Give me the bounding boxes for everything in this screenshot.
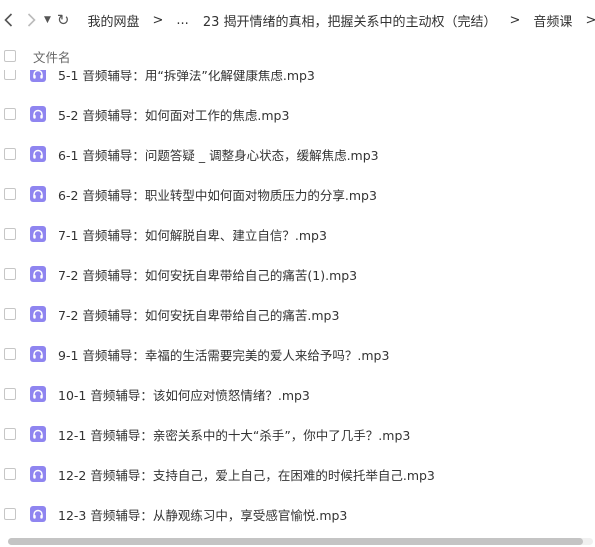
breadcrumb-root[interactable]: 我的网盘 — [88, 11, 140, 30]
audio-file-icon — [30, 266, 46, 282]
file-row[interactable]: 5-2 音频辅导：如何面对工作的焦虑.mp3 — [0, 94, 595, 134]
audio-file-icon — [30, 386, 46, 402]
file-name[interactable]: 6-1 音频辅导：问题答疑 _ 调整身心状态，缓解焦虑.mp3 — [58, 145, 379, 164]
audio-file-icon — [30, 70, 46, 82]
row-checkbox[interactable] — [4, 428, 16, 440]
row-checkbox[interactable] — [4, 508, 16, 520]
file-name[interactable]: 12-2 音频辅导：支持自己，爱上自己，在困难的时候托举自己.mp3 — [58, 465, 435, 484]
row-checkbox[interactable] — [4, 188, 16, 200]
file-name[interactable]: 10-1 音频辅导：该如何应对愤怒情绪？.mp3 — [58, 385, 310, 404]
file-name[interactable]: 6-2 音频辅导：职业转型中如何面对物质压力的分享.mp3 — [58, 185, 377, 204]
file-row[interactable]: 10-1 音频辅导：该如何应对愤怒情绪？.mp3 — [0, 374, 595, 414]
breadcrumb-separator: > — [152, 12, 164, 28]
audio-file-icon — [30, 506, 46, 522]
file-row[interactable]: 12-1 音频辅导：亲密关系中的十大“杀手”，你中了几手？.mp3 — [0, 414, 595, 454]
scrollbar-thumb[interactable] — [8, 538, 583, 545]
breadcrumb-separator: > — [509, 12, 521, 28]
file-row[interactable]: 12-2 音频辅导：支持自己，爱上自己，在困难的时候托举自己.mp3 — [0, 454, 595, 494]
audio-file-icon — [30, 346, 46, 362]
breadcrumb-separator: > — [585, 12, 595, 28]
breadcrumb-course-folder[interactable]: 23 揭开情绪的真相，把握关系中的主动权（完结） — [203, 11, 497, 30]
file-name[interactable]: 7-1 音频辅导：如何解脱自卑、建立自信？.mp3 — [58, 225, 327, 244]
refresh-icon[interactable]: ↻ — [57, 8, 70, 32]
file-row[interactable]: 7-2 音频辅导：如何安抚自卑带给自己的痛苦(1).mp3 — [0, 254, 595, 294]
audio-file-icon — [30, 146, 46, 162]
breadcrumb-ellipsis[interactable]: ... — [176, 13, 188, 28]
top-toolbar: ▼ ↻ 我的网盘 > ... 23 揭开情绪的真相，把握关系中的主动权（完结） … — [0, 0, 595, 40]
file-name[interactable]: 12-3 音频辅导：从静观练习中，享受感官愉悦.mp3 — [58, 505, 347, 524]
file-name[interactable]: 12-1 音频辅导：亲密关系中的十大“杀手”，你中了几手？.mp3 — [58, 425, 410, 444]
file-row[interactable]: 9-1 音频辅导：幸福的生活需要完美的爱人来给予吗？.mp3 — [0, 334, 595, 374]
file-row[interactable]: 7-1 音频辅导：如何解脱自卑、建立自信？.mp3 — [0, 214, 595, 254]
select-all-checkbox[interactable] — [4, 50, 16, 62]
forward-icon[interactable] — [27, 8, 36, 32]
row-checkbox[interactable] — [4, 388, 16, 400]
horizontal-scrollbar[interactable] — [8, 538, 593, 545]
audio-file-icon — [30, 106, 46, 122]
audio-file-icon — [30, 186, 46, 202]
file-name[interactable]: 7-2 音频辅导：如何安抚自卑带给自己的痛苦(1).mp3 — [58, 265, 357, 284]
file-name[interactable]: 7-2 音频辅导：如何安抚自卑带给自己的痛苦.mp3 — [58, 305, 339, 324]
audio-file-icon — [30, 426, 46, 442]
file-row[interactable]: 12-3 音频辅导：从静观练习中，享受感官愉悦.mp3 — [0, 494, 595, 534]
row-checkbox[interactable] — [4, 468, 16, 480]
file-name[interactable]: 9-1 音频辅导：幸福的生活需要完美的爱人来给予吗？.mp3 — [58, 345, 389, 364]
history-dropdown-icon[interactable]: ▼ — [44, 8, 51, 32]
file-name[interactable]: 5-2 音频辅导：如何面对工作的焦虑.mp3 — [58, 105, 289, 124]
row-checkbox[interactable] — [4, 308, 16, 320]
list-header: 文件名 — [0, 42, 595, 70]
file-row[interactable]: 5-1 音频辅导：用“拆弹法”化解健康焦虑.mp3 — [0, 70, 595, 94]
file-name[interactable]: 5-1 音频辅导：用“拆弹法”化解健康焦虑.mp3 — [58, 70, 315, 84]
file-list: 5-1 音频辅导：用“拆弹法”化解健康焦虑.mp3 5-2 音频辅导：如何面对工… — [0, 70, 595, 538]
row-checkbox[interactable] — [4, 108, 16, 120]
audio-file-icon — [30, 466, 46, 482]
audio-file-icon — [30, 306, 46, 322]
file-row[interactable]: 6-1 音频辅导：问题答疑 _ 调整身心状态，缓解焦虑.mp3 — [0, 134, 595, 174]
file-row[interactable]: 7-2 音频辅导：如何安抚自卑带给自己的痛苦.mp3 — [0, 294, 595, 334]
column-header-filename[interactable]: 文件名 — [33, 47, 71, 66]
breadcrumb-current-folder[interactable]: 音频课 — [533, 11, 572, 30]
audio-file-icon — [30, 226, 46, 242]
row-checkbox[interactable] — [4, 228, 16, 240]
row-checkbox[interactable] — [4, 70, 16, 80]
back-icon[interactable] — [4, 8, 13, 32]
row-checkbox[interactable] — [4, 348, 16, 360]
row-checkbox[interactable] — [4, 268, 16, 280]
file-row[interactable]: 6-2 音频辅导：职业转型中如何面对物质压力的分享.mp3 — [0, 174, 595, 214]
row-checkbox[interactable] — [4, 148, 16, 160]
